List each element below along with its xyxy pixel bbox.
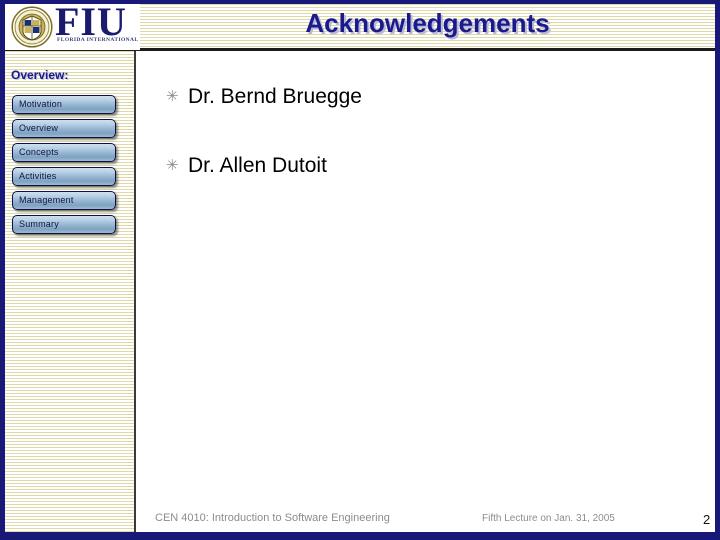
sidebar-item-summary[interactable]: Summary [12, 215, 116, 234]
slide-content: ✳ Dr. Bernd Bruegge ✳ Dr. Allen Dutoit [136, 51, 715, 532]
sidebar-heading: Overview: [11, 68, 69, 82]
frame-border-top [0, 0, 720, 4]
asterisk-bullet-icon: ✳ [166, 157, 179, 174]
sidebar-item-concepts[interactable]: Concepts [12, 143, 116, 162]
sidebar-item-label: Concepts [19, 147, 59, 157]
footer-course-label: CEN 4010: Introduction to Software Engin… [155, 512, 390, 524]
sidebar-item-management[interactable]: Management [12, 191, 116, 210]
fiu-subtitle: FLORIDA INTERNATIONAL UNIVERSITY [57, 37, 140, 43]
sidebar-item-overview[interactable]: Overview [12, 119, 116, 138]
frame-border-right [715, 0, 720, 540]
asterisk-bullet-icon: ✳ [166, 88, 179, 105]
presentation-slide: Acknowledgements FIU FLORIDA INTERNATION… [0, 0, 720, 540]
fiu-logo: FIU FLORIDA INTERNATIONAL UNIVERSITY [5, 4, 140, 50]
list-item: ✳ Dr. Bernd Bruegge [166, 82, 362, 112]
page-title: Acknowledgements [305, 8, 550, 38]
list-item-label: Dr. Allen Dutoit [188, 154, 327, 177]
frame-border-left [0, 4, 5, 533]
list-item: ✳ Dr. Allen Dutoit [166, 151, 327, 181]
sidebar-item-label: Motivation [19, 99, 63, 109]
frame-border-bottom [0, 532, 720, 540]
sidebar-item-label: Activities [19, 171, 57, 181]
sidebar-item-label: Summary [19, 219, 59, 229]
list-item-label: Dr. Bernd Bruegge [188, 85, 362, 108]
sidebar-item-motivation[interactable]: Motivation [12, 95, 116, 114]
footer-lecture-label: Fifth Lecture on Jan. 31, 2005 [482, 513, 615, 524]
sidebar-item-label: Management [19, 195, 74, 205]
page-number: 2 [703, 512, 711, 527]
university-seal-icon [11, 6, 53, 48]
sidebar-item-activities[interactable]: Activities [12, 167, 116, 186]
sidebar-item-label: Overview [19, 123, 59, 133]
sidebar-divider [134, 51, 136, 532]
